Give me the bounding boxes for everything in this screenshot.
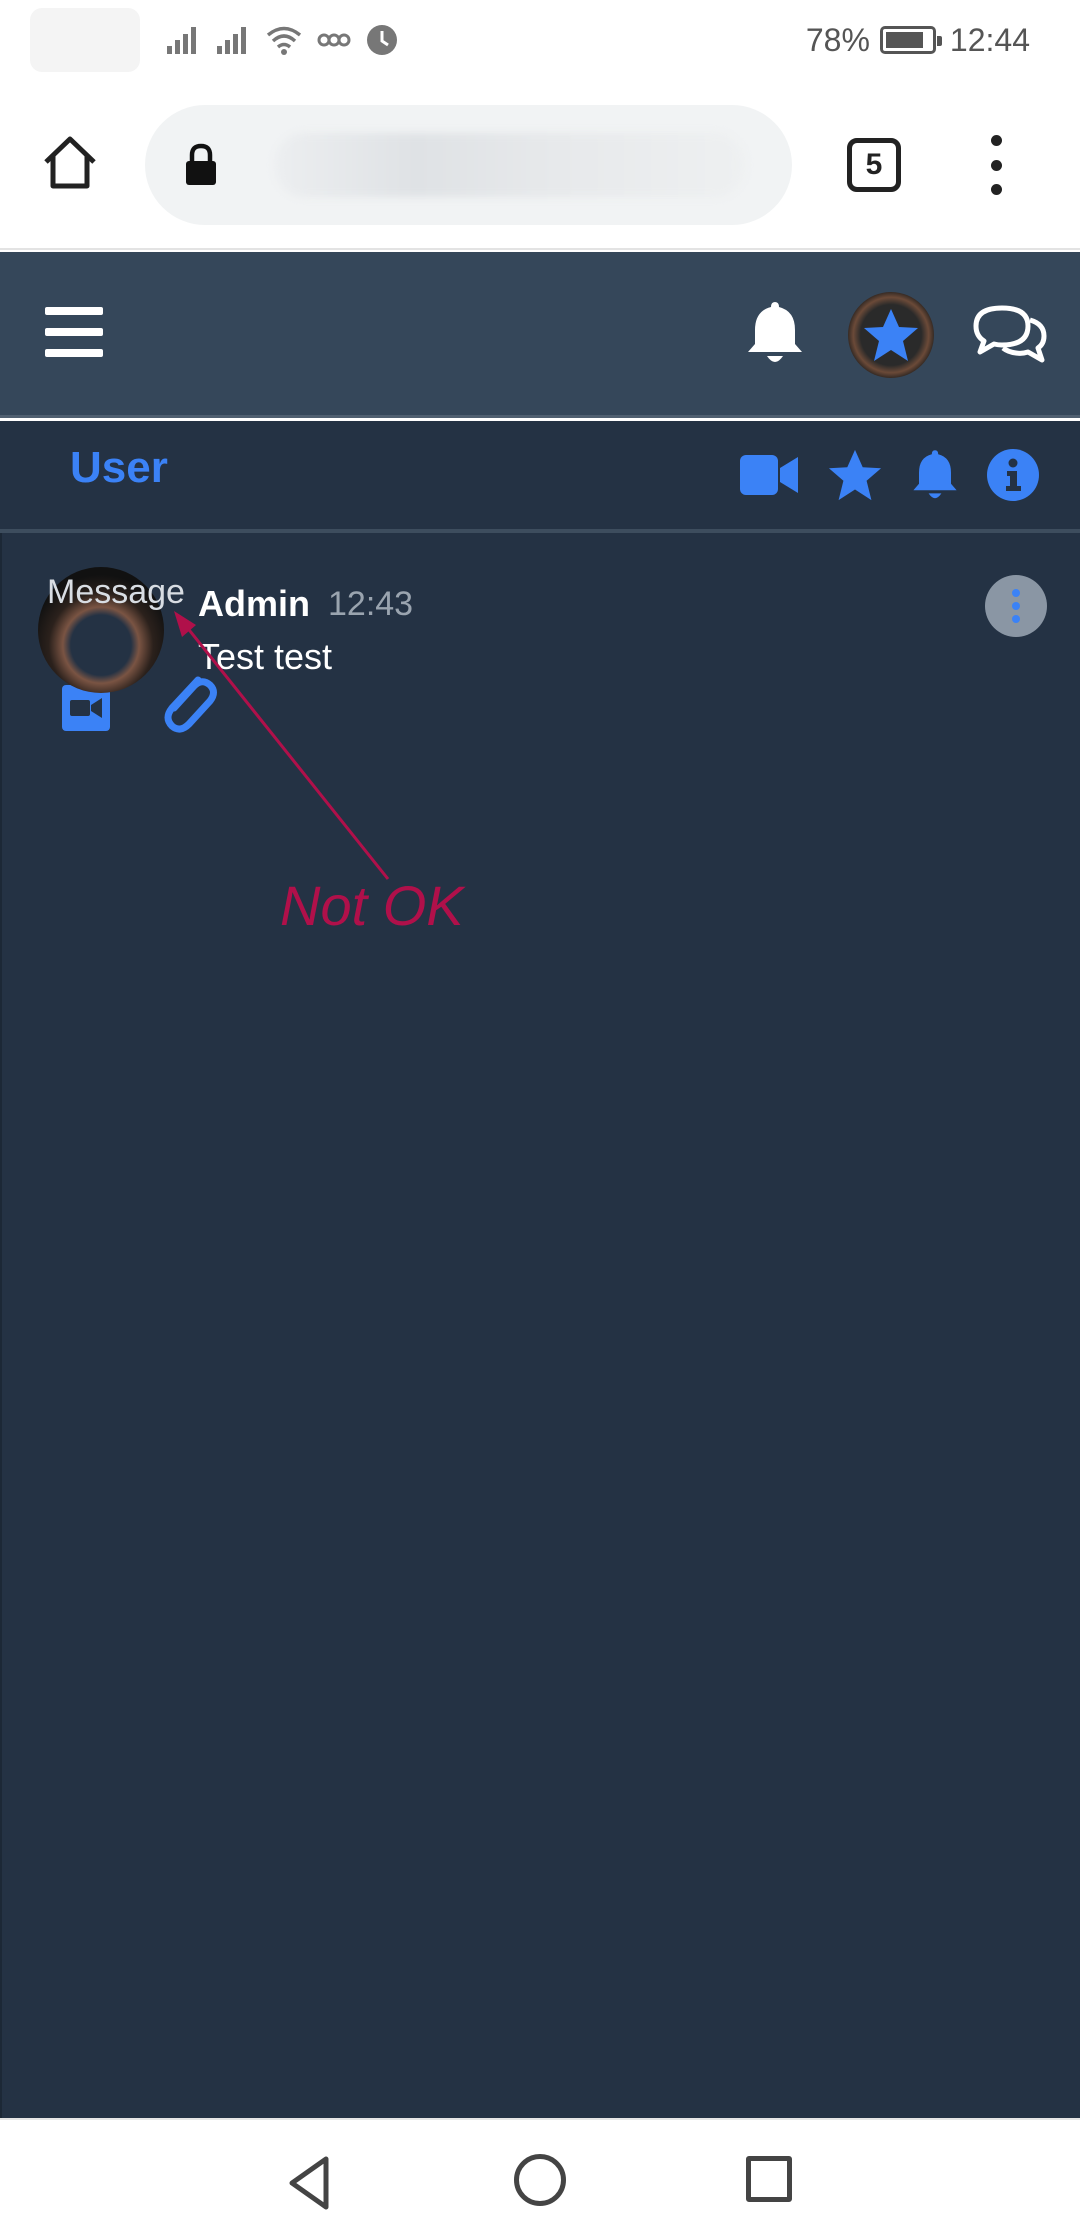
home-icon[interactable] [40,132,100,192]
back-icon[interactable] [282,2153,342,2213]
message-actions-button[interactable] [985,575,1047,637]
message-author[interactable]: Admin [198,583,310,625]
system-nav-bar [0,2118,1080,2240]
menu-line [45,307,103,315]
chat-icon[interactable] [972,302,1048,368]
clock-time: 12:44 [949,21,1030,58]
link-icon [317,33,351,47]
channel-title[interactable]: User [70,443,168,493]
browser-toolbar: 5 [0,80,1080,250]
message-label: Message [47,573,185,611]
browser-menu-icon[interactable] [978,135,1014,195]
star-icon [864,309,918,361]
dot [990,184,1002,195]
menu-line [45,349,103,357]
info-icon[interactable] [986,448,1040,502]
bell-icon[interactable] [745,298,805,368]
avatar[interactable] [848,292,934,378]
annotation-text: Not OK [280,874,464,937]
battery-icon [879,26,942,54]
status-icons [165,20,399,60]
app-header [0,252,1080,418]
home-nav-icon[interactable] [514,2154,566,2206]
dot [990,135,1002,146]
url-bar[interactable] [145,105,792,225]
paperclip-icon[interactable] [154,668,220,738]
tabs-button[interactable]: 5 [847,138,901,192]
bell-icon[interactable] [910,447,960,503]
menu-line [45,328,103,336]
channel-header: User [0,421,1080,533]
video-icon[interactable] [738,452,800,498]
url-text-blurred [275,133,745,197]
dot [990,159,1002,171]
signal-icon [217,27,246,54]
recents-icon[interactable] [746,2156,792,2202]
status-right: 78% 12:44 [806,18,1030,62]
signal-icon [167,27,196,54]
status-bar: 78% 12:44 [0,0,1080,80]
tab-count: 5 [865,148,883,181]
menu-icon[interactable] [45,307,103,357]
clock-app-icon [367,25,397,55]
message-list: Message Admin 12:43 Test test Not OK [0,533,1080,2118]
status-notification-blur [30,8,140,72]
channel-actions [738,445,1040,505]
annotation-arrow [174,611,390,880]
wifi-icon [266,26,302,55]
battery-percent: 78% [805,21,870,58]
more-vertical-icon [1012,589,1020,623]
star-icon[interactable] [826,447,884,503]
lock-icon [186,143,216,185]
message-time: 12:43 [328,585,414,623]
